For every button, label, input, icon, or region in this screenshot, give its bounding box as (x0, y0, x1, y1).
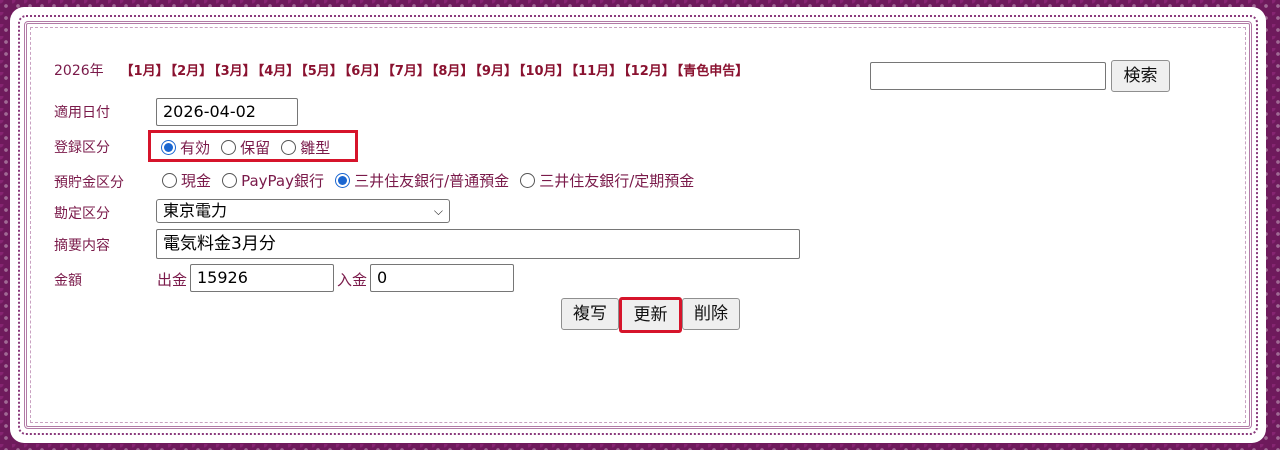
month-link-blue-return[interactable]: 【青色申告】 (677, 64, 749, 79)
memo-label: 摘要内容 (54, 238, 110, 254)
search-button[interactable]: 検索 (1111, 60, 1170, 92)
form-panel: 2026年 【1月】 【2月】 【3月】 【4月】 【5月】 【6月】 【7月】 【8月】 【9… (32, 29, 1242, 421)
status-radio-group: 有効 保留 雛型 (148, 130, 358, 162)
copy-button[interactable]: 複写 (561, 298, 619, 330)
account-radio-group: 現金 PayPay銀行 三井住友銀行/普通預金 三井住友銀行/定期預金 (162, 170, 700, 191)
radio-icon[interactable] (281, 140, 297, 155)
account-label: 預貯金区分 (54, 175, 124, 191)
inflow-input[interactable]: 0 (370, 264, 514, 292)
status-option-hold[interactable]: 保留 (221, 139, 270, 157)
status-label: 登録区分 (54, 140, 110, 156)
month-link-2[interactable]: 【2月】 (171, 64, 213, 79)
month-link-5[interactable]: 【5月】 (301, 64, 343, 79)
month-link-12[interactable]: 【12月】 (624, 64, 675, 79)
status-option-template[interactable]: 雛型 (281, 139, 330, 157)
inflow-label: 入金 (337, 271, 368, 289)
month-nav: 2026年 【1月】 【2月】 【3月】 【4月】 【5月】 【6月】 【7月】 【8月】 【9… (54, 60, 748, 80)
amount-label: 金額 (54, 273, 82, 289)
account-option-smbc-ordinary[interactable]: 三井住友銀行/普通預金 (335, 172, 509, 190)
radio-icon[interactable] (520, 173, 536, 188)
search-input[interactable] (870, 62, 1106, 90)
outflow-input[interactable]: 15926 (190, 264, 334, 292)
year-label: 2026年 (54, 63, 104, 79)
category-label: 勘定区分 (54, 206, 110, 222)
category-selected-value: 東京電力 (163, 201, 228, 220)
radio-icon[interactable] (222, 173, 238, 188)
month-link-9[interactable]: 【9月】 (475, 64, 517, 79)
date-input[interactable]: 2026-04-02 (156, 98, 298, 126)
account-option-cash[interactable]: 現金 (162, 172, 211, 190)
month-link-11[interactable]: 【11月】 (572, 64, 623, 79)
status-option-active[interactable]: 有効 (161, 139, 210, 157)
radio-checked-icon[interactable] (335, 173, 351, 188)
month-link-6[interactable]: 【6月】 (345, 64, 387, 79)
month-link-10[interactable]: 【10月】 (519, 64, 570, 79)
update-button[interactable]: 更新 (619, 297, 682, 333)
lace-frame: 2026年 【1月】 【2月】 【3月】 【4月】 【5月】 【6月】 【7月】 【8月】 【9… (10, 7, 1266, 443)
month-link-7[interactable]: 【7月】 (388, 64, 430, 79)
radio-icon[interactable] (162, 173, 177, 188)
date-label: 適用日付 (54, 105, 110, 121)
month-link-4[interactable]: 【4月】 (258, 64, 300, 79)
radio-checked-icon[interactable] (161, 140, 176, 155)
account-option-smbc-time[interactable]: 三井住友銀行/定期預金 (520, 172, 694, 190)
outflow-label: 出金 (157, 271, 188, 289)
chevron-down-icon: ⌵ (433, 204, 443, 218)
category-select[interactable]: 東京電力 ⌵ (156, 199, 450, 223)
radio-icon[interactable] (221, 140, 237, 155)
delete-button[interactable]: 削除 (682, 298, 740, 330)
memo-input[interactable]: 電気料金3月分 (156, 229, 800, 259)
month-link-1[interactable]: 【1月】 (121, 64, 169, 79)
month-link-3[interactable]: 【3月】 (214, 64, 256, 79)
account-option-paypay[interactable]: PayPay銀行 (222, 172, 324, 190)
month-link-8[interactable]: 【8月】 (432, 64, 474, 79)
